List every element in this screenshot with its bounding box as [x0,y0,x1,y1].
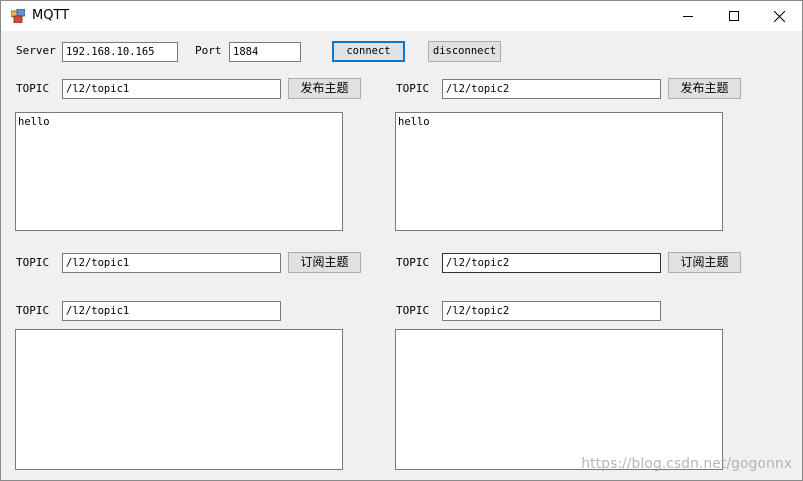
received-topic-label-2: TOPIC [396,304,430,317]
subscribe-topic-input-1[interactable]: /l2/topic1 [62,253,281,273]
watermark-text: https://blog.csdn.net/gogonnx [581,456,792,472]
publish-message-area-2[interactable]: hello [395,112,723,231]
received-topic-label-1: TOPIC [16,304,50,317]
publish-message-area-1[interactable]: hello [15,112,343,231]
received-topic-input-1[interactable]: /l2/topic1 [62,301,281,321]
maximize-button[interactable] [711,1,757,31]
publish-button-2[interactable]: 发布主题 [668,78,741,99]
publish-button-1[interactable]: 发布主题 [288,78,361,99]
subscribe-button-2[interactable]: 订阅主题 [668,252,741,273]
maximize-icon [729,11,739,21]
received-topic-input-2[interactable]: /l2/topic2 [442,301,661,321]
port-input[interactable]: 1884 [229,42,301,62]
connect-button[interactable]: connect [332,41,405,62]
server-input[interactable]: 192.168.10.165 [62,42,178,62]
disconnect-button[interactable]: disconnect [428,41,501,62]
mqtt-window: MQTT Server 192.168.10.165 Port 1884 con… [0,0,803,481]
received-message-area-2[interactable] [395,329,723,470]
server-label: Server [16,44,56,57]
publish-topic-input-1[interactable]: /l2/topic1 [62,79,281,99]
close-button[interactable] [756,1,802,31]
subscribe-topic-label-1: TOPIC [16,256,50,269]
window-title: MQTT [32,8,70,23]
port-label: Port [195,44,222,57]
publish-topic-input-2[interactable]: /l2/topic2 [442,79,661,99]
subscribe-button-1[interactable]: 订阅主题 [288,252,361,273]
minimize-button[interactable] [665,1,711,31]
app-icon [11,9,25,23]
close-icon [773,10,785,22]
form-client-area: Server 192.168.10.165 Port 1884 connect … [1,31,802,480]
minimize-icon [683,16,693,17]
publish-topic-label-1: TOPIC [16,82,50,95]
title-bar: MQTT [1,1,802,31]
received-message-area-1[interactable] [15,329,343,470]
subscribe-topic-input-2[interactable]: /l2/topic2 [442,253,661,273]
publish-topic-label-2: TOPIC [396,82,430,95]
subscribe-topic-label-2: TOPIC [396,256,430,269]
